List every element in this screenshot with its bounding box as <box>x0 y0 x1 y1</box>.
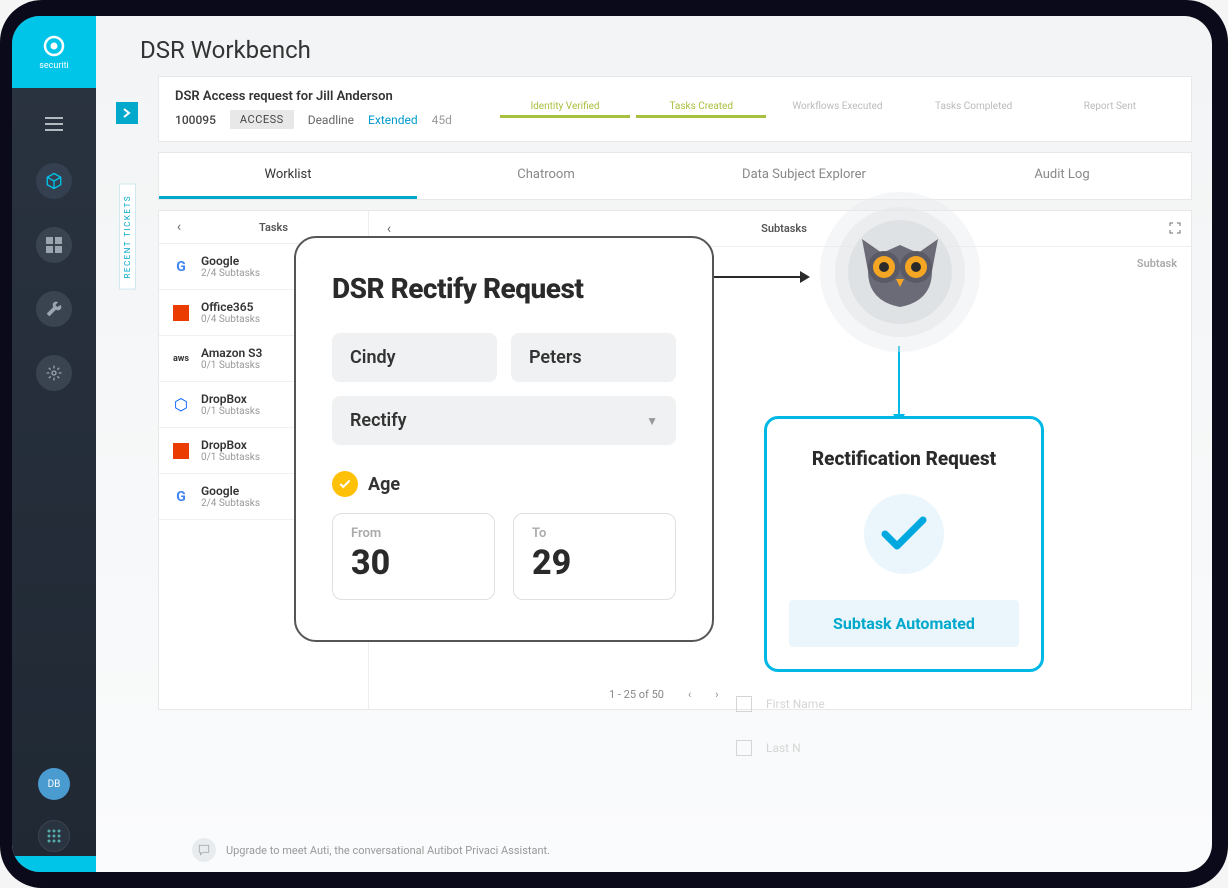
google-icon: G <box>176 489 186 505</box>
step-workflows-executed: Workflows Executed <box>772 101 902 118</box>
nav-wrench-icon[interactable] <box>36 291 72 327</box>
accent-bar <box>12 856 96 872</box>
to-value: 29 <box>532 543 657 583</box>
deadline-status[interactable]: Extended <box>368 113 418 127</box>
expand-tickets-button[interactable] <box>116 102 138 124</box>
arrow-head-icon <box>800 271 810 283</box>
user-avatar[interactable]: DB <box>38 768 70 800</box>
pagination-text: 1 - 25 of 50 <box>609 688 664 701</box>
request-id: 100095 <box>175 113 216 127</box>
arrow-connector <box>712 276 802 278</box>
apps-icon[interactable] <box>38 820 70 852</box>
step-report-sent: Report Sent <box>1045 101 1175 118</box>
result-card: Rectification Request Subtask Automated <box>764 416 1044 672</box>
task-subcount: 0/1 Subtasks <box>201 360 262 371</box>
from-label: From <box>351 526 476 541</box>
progress-steps: Identity Verified Tasks Created Workflow… <box>500 101 1175 118</box>
step-identity-verified: Identity Verified <box>500 101 630 118</box>
task-name: Office365 <box>201 300 260 314</box>
step-tasks-created: Tasks Created <box>636 101 766 118</box>
brand-text: securiti <box>39 61 68 71</box>
subtasks-header: Subtasks <box>399 222 1169 235</box>
result-title: Rectification Request <box>789 447 1019 470</box>
step-tasks-completed: Tasks Completed <box>909 101 1039 118</box>
pagination: 1 - 25 of 50 ‹ › <box>609 688 719 701</box>
nav-dashboard-icon[interactable] <box>36 227 72 263</box>
main-tabs: Worklist Chatroom Data Subject Explorer … <box>158 152 1192 200</box>
to-box[interactable]: To 29 <box>513 513 676 600</box>
action-value: Rectify <box>350 410 407 431</box>
page-next-icon[interactable]: › <box>715 688 718 701</box>
action-select[interactable]: Rectify ▼ <box>332 396 676 445</box>
subtask-automated-button[interactable]: Subtask Automated <box>789 600 1019 647</box>
task-name: Amazon S3 <box>201 346 262 360</box>
modal-title: DSR Rectify Request <box>332 272 676 305</box>
footer-tip: Upgrade to meet Auti, the conversational… <box>192 838 550 862</box>
chevron-down-icon: ▼ <box>646 414 658 428</box>
tab-chatroom[interactable]: Chatroom <box>417 153 675 199</box>
last-name-field[interactable]: Peters <box>511 333 676 382</box>
task-subcount: 0/1 Subtasks <box>201 406 260 417</box>
google-icon: G <box>176 259 186 275</box>
page-prev-icon[interactable]: ‹ <box>688 688 691 701</box>
chat-icon[interactable] <box>192 838 216 862</box>
task-subcount: 2/4 Subtasks <box>201 268 260 279</box>
tasks-back-icon[interactable]: ‹ <box>169 219 189 235</box>
owl-icon <box>852 231 948 313</box>
aws-icon: aws <box>173 354 189 364</box>
task-name: Google <box>201 484 260 498</box>
to-label: To <box>532 526 657 541</box>
rectify-request-modal: DSR Rectify Request Cindy Peters Rectify… <box>294 236 714 642</box>
recent-tickets-label[interactable]: RECENT TICKETS <box>119 184 136 290</box>
footer-tip-text: Upgrade to meet Auti, the conversational… <box>226 844 550 857</box>
task-name: Google <box>201 254 260 268</box>
from-box[interactable]: From 30 <box>332 513 495 600</box>
sidebar: securiti DB <box>12 16 96 872</box>
checkbox-icon[interactable] <box>736 696 752 712</box>
field-label: Age <box>368 474 400 495</box>
owl-mascot <box>820 192 980 352</box>
task-name: DropBox <box>201 392 260 406</box>
tasks-header: Tasks <box>189 221 358 234</box>
securiti-icon <box>42 34 66 58</box>
dropbox-icon: ⬡ <box>174 395 188 414</box>
task-subcount: 0/1 Subtasks <box>201 452 260 463</box>
subtasks-back-icon[interactable]: ‹ <box>379 221 399 237</box>
office-icon <box>173 305 189 321</box>
task-name: DropBox <box>201 438 260 452</box>
success-check-icon <box>864 494 944 574</box>
request-header: DSR Access request for Jill Anderson 100… <box>158 76 1192 142</box>
menu-icon[interactable] <box>45 116 63 135</box>
first-name-field[interactable]: Cindy <box>332 333 497 382</box>
check-circle-icon[interactable] <box>332 471 358 497</box>
task-subcount: 0/4 Subtasks <box>201 314 260 325</box>
connector-line <box>898 346 900 416</box>
nav-gear-icon[interactable] <box>36 355 72 391</box>
request-type-chip: ACCESS <box>230 110 294 129</box>
nav-cube-icon[interactable] <box>36 163 72 199</box>
faded-fields: First Name Last N <box>736 696 825 756</box>
tab-worklist[interactable]: Worklist <box>159 153 417 199</box>
from-value: 30 <box>351 543 476 583</box>
checkbox-icon[interactable] <box>736 740 752 756</box>
request-title: DSR Access request for Jill Anderson <box>175 89 452 104</box>
brand-logo[interactable]: securiti <box>12 16 96 88</box>
task-subcount: 2/4 Subtasks <box>201 498 260 509</box>
deadline-label: Deadline <box>308 113 354 127</box>
deadline-days: 45d <box>432 113 452 127</box>
office-icon <box>173 443 189 459</box>
page-title: DSR Workbench <box>96 16 1212 76</box>
expand-icon[interactable] <box>1169 219 1181 238</box>
